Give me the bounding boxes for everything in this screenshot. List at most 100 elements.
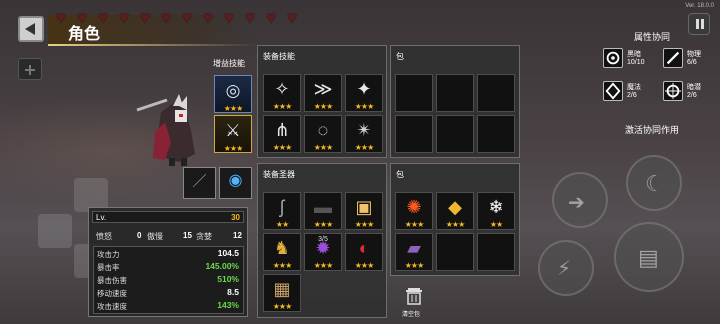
boost-skill-slot-1[interactable]: ◎ ★★★ (214, 75, 252, 113)
wrath-value: 0 (137, 231, 142, 240)
stats-panel: Lv. 30 愤怒 0 傲慢 15 贪婪 12 攻击力 104.5 暴击率 145.0… (88, 207, 248, 317)
skill-bag-slot-4[interactable] (395, 115, 433, 153)
equip-skill-slot-6[interactable]: ✴ ★★★ (345, 115, 383, 153)
relic-bag-label: 包 (396, 170, 404, 179)
item-stars: ★★★ (404, 261, 425, 270)
trash-icon[interactable] (404, 287, 424, 305)
skill-bag-slot-1[interactable] (395, 74, 433, 112)
purple-chest-icon: ▰ (407, 238, 421, 258)
equip-skills-label: 装备技能 (263, 52, 295, 61)
heart-icon: ♥ (77, 8, 88, 27)
twin-swords-icon: ⚔ (225, 121, 241, 140)
heart-icon: ♥ (119, 8, 130, 27)
item-stars: ★★★ (313, 143, 334, 152)
version-label: Ver. 18.0.0 (685, 3, 714, 9)
item-stars: ★★★ (272, 261, 293, 270)
shield-orb-icon: ◎ (225, 81, 241, 100)
skill-bag-slot-3[interactable] (477, 74, 515, 112)
dark-bar-icon: ▬ (314, 197, 332, 217)
attr-stealth-value: 2/6 (687, 92, 697, 99)
equip-relic-slot-2[interactable]: ▬ ★★★ (304, 192, 342, 230)
red-horn-icon: ◐ (358, 238, 370, 258)
pride-value: 15 (183, 231, 192, 240)
attr-physical-value: 6/6 (687, 59, 697, 66)
heart-icon: ♥ (182, 8, 193, 27)
relic-bag-slot-2[interactable]: ◆ ★★★ (436, 192, 474, 230)
attr-stealth-name: 暗潜 (687, 84, 701, 91)
crescent-icon: ☾ (645, 171, 665, 196)
relic-bag-slot-4[interactable]: ▰ ★★★ (395, 233, 433, 271)
weapon-slot-2[interactable]: ◉ (219, 167, 252, 199)
magic-diamond-icon (603, 81, 623, 101)
item-stars: ★★★ (354, 261, 375, 270)
relic-bag-slot-6[interactable] (477, 233, 515, 271)
stat-value: 8.5 (227, 287, 239, 297)
add-button[interactable] (18, 58, 42, 80)
skill-bag-slot-2[interactable] (436, 74, 474, 112)
scroll-icon: ▣ (355, 197, 373, 217)
equip-relic-slot-4[interactable]: ♞ ★★★ (263, 233, 301, 271)
equip-relic-slot-1[interactable]: ʃ ★★ (263, 192, 301, 230)
item-stars: ★★★ (354, 220, 375, 229)
item-stars: ★★★ (354, 143, 375, 152)
pause-button[interactable] (688, 13, 710, 35)
attack-button[interactable]: ⚡ (538, 240, 594, 296)
golden-deer-icon: ♞ (273, 238, 291, 258)
relic-bag-slot-1[interactable]: ✺ ★★★ (395, 192, 433, 230)
star-burst-icon: ✴ (356, 120, 372, 140)
equip-skill-slot-1[interactable]: ✧ ★★★ (263, 74, 301, 112)
item-stars: ★★★ (272, 102, 293, 111)
greed-label: 贪婪 (196, 232, 212, 241)
cane-icon: ʃ (280, 197, 284, 217)
stat-value: 145.00% (205, 261, 239, 271)
stat-list: 攻击力 104.5 暴击率 145.00% 暴击伤害 510% 移动速度 8.5 攻击速度 143… (93, 246, 244, 314)
equip-relic-slot-3[interactable]: ▣ ★★★ (345, 192, 383, 230)
skill-bag-slot-6[interactable] (477, 115, 515, 153)
equip-skill-slot-5[interactable]: ◌ ★★★ (304, 115, 342, 153)
equip-relic-slot-7[interactable]: ▦ ★★★ (263, 274, 301, 312)
relic-bag-slot-3[interactable]: ❄ ★★ (477, 192, 515, 230)
attr-dark-name: 黑暗 (627, 51, 641, 58)
back-button[interactable] (18, 16, 44, 42)
level-value: 30 (231, 213, 240, 222)
boost-skill-slot-2[interactable]: ⚔ ★★★ (214, 115, 252, 153)
stat-row: 攻击力 104.5 (94, 247, 243, 260)
attr-physical-name: 物理 (687, 51, 701, 58)
level-row: Lv. 30 (92, 211, 244, 223)
blade-icon (663, 48, 683, 68)
heart-icon: ♥ (224, 8, 235, 27)
item-stars: ★★ (275, 220, 289, 229)
item-stars: ★★★ (313, 102, 334, 111)
attr-magic-value: 2/6 (627, 92, 637, 99)
skill-button[interactable]: ☾ (626, 155, 682, 211)
equip-relic-slot-5[interactable]: ✹ 3/5 ★★★ (304, 233, 342, 271)
title-underline (48, 44, 258, 46)
sword-icon: ／ (192, 173, 207, 189)
crosshair-icon (663, 81, 683, 101)
attr-magic-name: 魔法 (627, 84, 641, 91)
skill-bag-label: 包 (396, 52, 404, 61)
heart-icon: ♥ (98, 8, 109, 27)
item-stars: ★★★ (404, 220, 425, 229)
chat-button[interactable]: ▤ (614, 222, 684, 292)
stat-value: 510% (217, 274, 239, 284)
active-synergy-label: 激活协同作用 (625, 125, 680, 135)
relic-bag-slot-5[interactable] (436, 233, 474, 271)
stat-label: 暴击率 (97, 263, 120, 272)
stat-row: 攻击速度 143% (94, 299, 243, 312)
equip-skill-slot-3[interactable]: ✦ ★★★ (345, 74, 383, 112)
skill-bag-panel: 包 (390, 45, 520, 158)
weapon-slot-1[interactable]: ／ (183, 167, 216, 199)
item-stars: ★★★ (272, 143, 293, 152)
stat-label: 移动速度 (97, 289, 127, 298)
heart-icon: ♥ (203, 8, 214, 27)
equip-relic-slot-6[interactable]: ◐ ★★★ (345, 233, 383, 271)
snowflake-icon: ❄ (488, 197, 504, 217)
level-label: Lv. (96, 213, 107, 222)
skill-bag-slot-5[interactable] (436, 115, 474, 153)
dash-icon: ≫ (313, 79, 333, 99)
equip-skill-slot-4[interactable]: ⋔ ★★★ (263, 115, 301, 153)
dash-button[interactable]: ➔ (552, 172, 608, 228)
clear-bag-label: 清空包 (402, 312, 421, 318)
equip-skill-slot-2[interactable]: ≫ ★★★ (304, 74, 342, 112)
